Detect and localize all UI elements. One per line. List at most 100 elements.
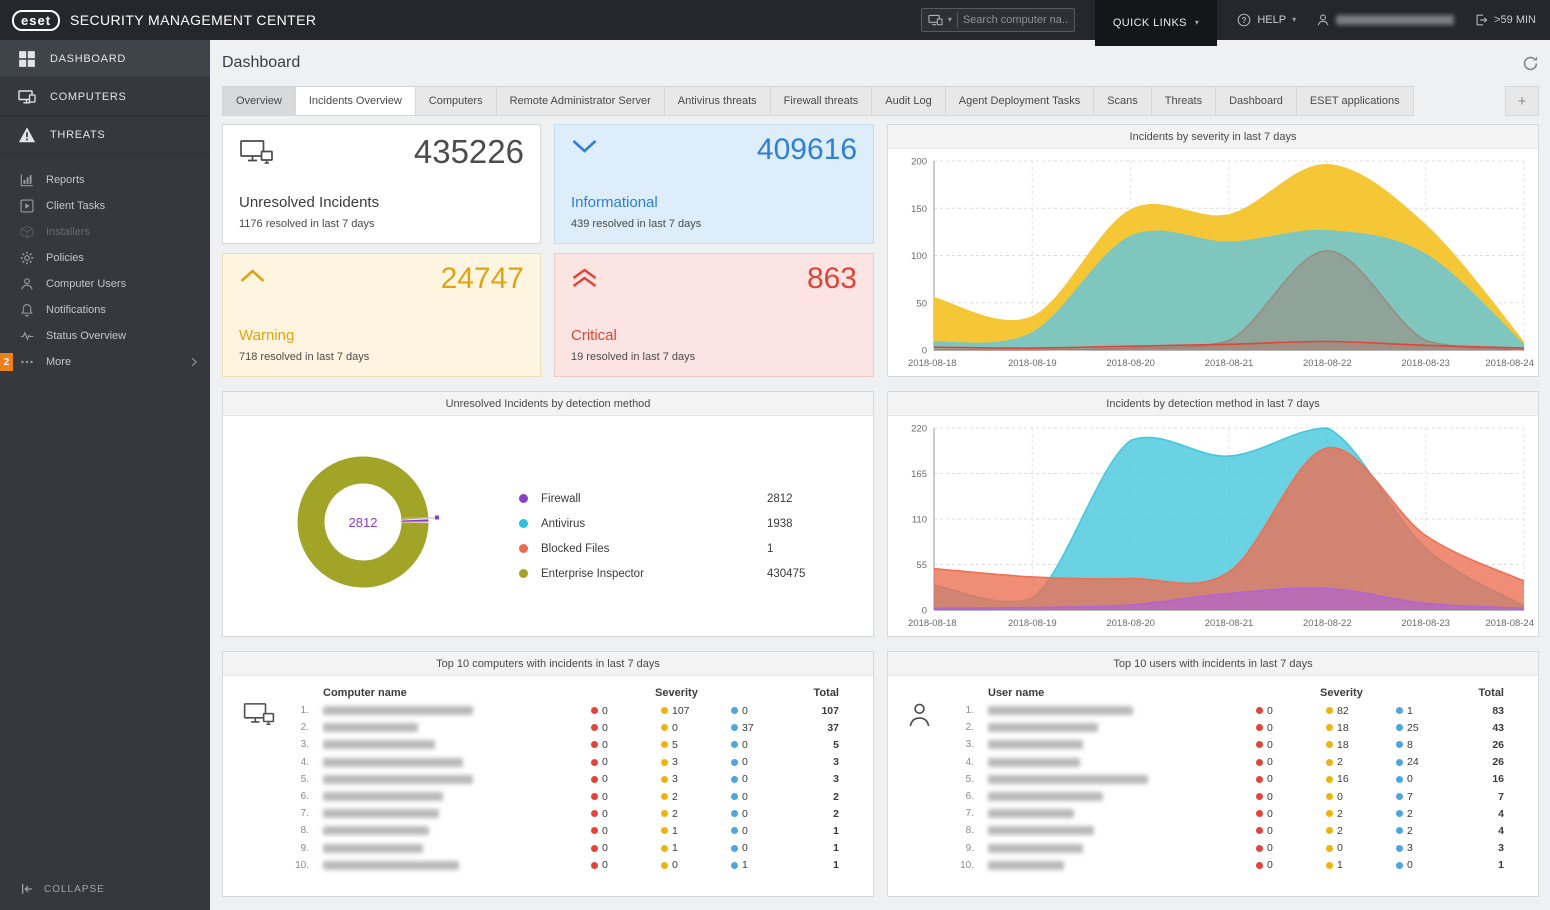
collapse-button[interactable]: COLLAPSE bbox=[0, 868, 210, 910]
sidebar-item-threats[interactable]: THREATS bbox=[0, 116, 210, 154]
tab-overview[interactable]: Overview bbox=[222, 86, 296, 116]
tab-firewall-threats[interactable]: Firewall threats bbox=[769, 86, 873, 116]
warning-dot bbox=[1326, 775, 1333, 783]
table-row[interactable]: 6. 0 0 7 7 bbox=[888, 788, 1538, 805]
severity-value: 0 bbox=[602, 859, 608, 872]
card-subtitle: 19 resolved in last 7 days bbox=[571, 351, 696, 363]
sidebar-item-computers[interactable]: COMPUTERS bbox=[0, 78, 210, 116]
sidebar-item-policies[interactable]: Policies bbox=[0, 245, 210, 271]
table-row[interactable]: 6. 0 2 0 2 bbox=[223, 788, 873, 805]
session-timer[interactable]: >59 MIN bbox=[1474, 13, 1536, 27]
tab-scans[interactable]: Scans bbox=[1093, 86, 1152, 116]
tab-remote-administrator-server[interactable]: Remote Administrator Server bbox=[495, 86, 665, 116]
warning-dot bbox=[661, 758, 668, 766]
table-row[interactable]: 8. 0 2 2 4 bbox=[888, 822, 1538, 839]
collapse-icon bbox=[20, 882, 34, 896]
table-row[interactable]: 4. 0 2 24 26 bbox=[888, 754, 1538, 771]
legend-item-firewall[interactable]: Firewall 2812 bbox=[519, 486, 805, 511]
severity-area-chart[interactable]: 0 50 100 150 200 2018-08-18 2018-08-19 2018-08-… bbox=[888, 149, 1538, 376]
status-overview-icon bbox=[20, 329, 34, 343]
computer-search[interactable]: ▾ bbox=[920, 8, 1075, 32]
svg-text:2018-08-20: 2018-08-20 bbox=[1106, 618, 1155, 629]
chevron-down-icon[interactable]: ▾ bbox=[948, 16, 952, 24]
sidebar-item-installers[interactable]: Installers bbox=[0, 219, 210, 245]
severity-warning-cell: 107 bbox=[661, 705, 731, 717]
card-unresolved[interactable]: 435226 Unresolved Incidents 1176 resolved … bbox=[222, 124, 541, 244]
redacted-text bbox=[323, 826, 429, 836]
table-row[interactable]: 1. 0 82 1 83 bbox=[888, 702, 1538, 719]
severity-value: 82 bbox=[1337, 704, 1349, 717]
severity-value: 2 bbox=[1407, 824, 1413, 837]
table-row[interactable]: 9. 0 1 0 1 bbox=[223, 840, 873, 857]
table-row[interactable]: 9. 0 0 3 3 bbox=[888, 840, 1538, 857]
legend-item-antivirus[interactable]: Antivirus 1938 bbox=[519, 511, 805, 536]
informational-dot bbox=[731, 844, 738, 852]
row-total: 3 bbox=[1498, 842, 1504, 855]
tab-dashboard[interactable]: Dashboard bbox=[1215, 86, 1297, 116]
sidebar-item-reports[interactable]: Reports bbox=[0, 167, 210, 193]
severity-informational-cell: 0 bbox=[1396, 859, 1466, 871]
tab-incidents-overview[interactable]: Incidents Overview bbox=[294, 86, 416, 116]
search-scope-icon[interactable] bbox=[928, 14, 943, 27]
legend-value: 1938 bbox=[767, 517, 793, 530]
tab-agent-deployment-tasks[interactable]: Agent Deployment Tasks bbox=[944, 86, 1095, 116]
tab-eset-applications[interactable]: ESET applications bbox=[1295, 86, 1414, 116]
column-header-name[interactable]: Computer name bbox=[311, 687, 591, 699]
table-row[interactable]: 7. 0 2 0 2 bbox=[223, 805, 873, 822]
column-header-total[interactable]: Total bbox=[1466, 687, 1538, 699]
table-row[interactable]: 10. 0 0 1 1 bbox=[223, 857, 873, 874]
table-row[interactable]: 2. 0 18 25 43 bbox=[888, 719, 1538, 736]
column-header-severity[interactable]: Severity bbox=[655, 687, 731, 699]
sidebar-item-computer-users[interactable]: Computer Users bbox=[0, 271, 210, 297]
sidebar-item-more[interactable]: More 2 bbox=[0, 349, 210, 375]
card-warning[interactable]: 24747 Warning 718 resolved in last 7 days bbox=[222, 253, 541, 377]
search-input[interactable] bbox=[962, 14, 1068, 26]
table-row[interactable]: 3. 0 18 8 26 bbox=[888, 736, 1538, 753]
card-critical[interactable]: 863 Critical 19 resolved in last 7 days bbox=[554, 253, 874, 377]
table-row[interactable]: 2. 0 0 37 37 bbox=[223, 719, 873, 736]
table-row[interactable]: 8. 0 1 0 1 bbox=[223, 822, 873, 839]
sidebar-item-status-overview[interactable]: Status Overview bbox=[0, 323, 210, 349]
tab-threats[interactable]: Threats bbox=[1150, 86, 1217, 116]
refresh-icon[interactable] bbox=[1522, 55, 1539, 72]
sidebar-item-client-tasks[interactable]: Client Tasks bbox=[0, 193, 210, 219]
critical-dot bbox=[591, 827, 598, 835]
row-rank: 3. bbox=[300, 739, 309, 751]
table-row[interactable]: 5. 0 3 0 3 bbox=[223, 771, 873, 788]
table-row[interactable]: 7. 0 2 2 4 bbox=[888, 805, 1538, 822]
column-header-name[interactable]: User name bbox=[976, 687, 1256, 699]
warning-dot bbox=[1326, 827, 1333, 835]
severity-critical-cell: 0 bbox=[591, 739, 661, 751]
row-total: 37 bbox=[827, 721, 839, 734]
table-row[interactable]: 1. 0 107 0 107 bbox=[223, 702, 873, 719]
panel-body: 2812 Firewall 2812 Antivirus 1938 Blocked Fi… bbox=[223, 416, 873, 636]
tab-audit-log[interactable]: Audit Log bbox=[871, 86, 946, 116]
table-row[interactable]: 3. 0 5 0 5 bbox=[223, 736, 873, 753]
legend-item-blocked-files[interactable]: Blocked Files 1 bbox=[519, 536, 805, 561]
detection-area-chart[interactable]: 0 55 110 165 220 2018-08-18 2018-08-19 2018-08-… bbox=[888, 416, 1538, 636]
add-dashboard-tab-button[interactable]: + bbox=[1505, 86, 1539, 116]
tab-antivirus-threats[interactable]: Antivirus threats bbox=[663, 86, 771, 116]
legend-item-enterprise-inspector[interactable]: Enterprise Inspector 430475 bbox=[519, 561, 805, 586]
quick-links-menu[interactable]: QUICK LINKS ▾ bbox=[1094, 0, 1218, 46]
panel-body: 0 55 110 165 220 2018-08-18 2018-08-19 2018-08-… bbox=[888, 416, 1538, 636]
severity-value: 0 bbox=[742, 704, 748, 717]
column-header-total[interactable]: Total bbox=[801, 687, 873, 699]
sidebar-item-notifications[interactable]: Notifications bbox=[0, 297, 210, 323]
card-informational[interactable]: 409616 Informational 439 resolved in last … bbox=[554, 124, 874, 244]
severity-value: 1 bbox=[672, 842, 678, 855]
table-row[interactable]: 4. 0 3 0 3 bbox=[223, 754, 873, 771]
summary-cards: 435226 Unresolved Incidents 1176 resolved … bbox=[222, 124, 874, 377]
card-value: 435226 bbox=[413, 133, 524, 170]
tab-computers[interactable]: Computers bbox=[414, 86, 497, 116]
sidebar-item-dashboard[interactable]: DASHBOARD bbox=[0, 40, 210, 78]
table-row[interactable]: 10. 0 1 0 1 bbox=[888, 857, 1538, 874]
legend-value: 430475 bbox=[767, 567, 806, 580]
column-header-severity[interactable]: Severity bbox=[1320, 687, 1396, 699]
user-menu[interactable] bbox=[1316, 13, 1455, 27]
svg-text:2018-08-18: 2018-08-18 bbox=[908, 358, 957, 369]
row-name-redacted bbox=[311, 860, 591, 870]
table-row[interactable]: 5. 0 16 0 16 bbox=[888, 771, 1538, 788]
row-rank: 9. bbox=[300, 842, 309, 854]
help-menu[interactable]: ? HELP ▾ bbox=[1237, 13, 1296, 27]
